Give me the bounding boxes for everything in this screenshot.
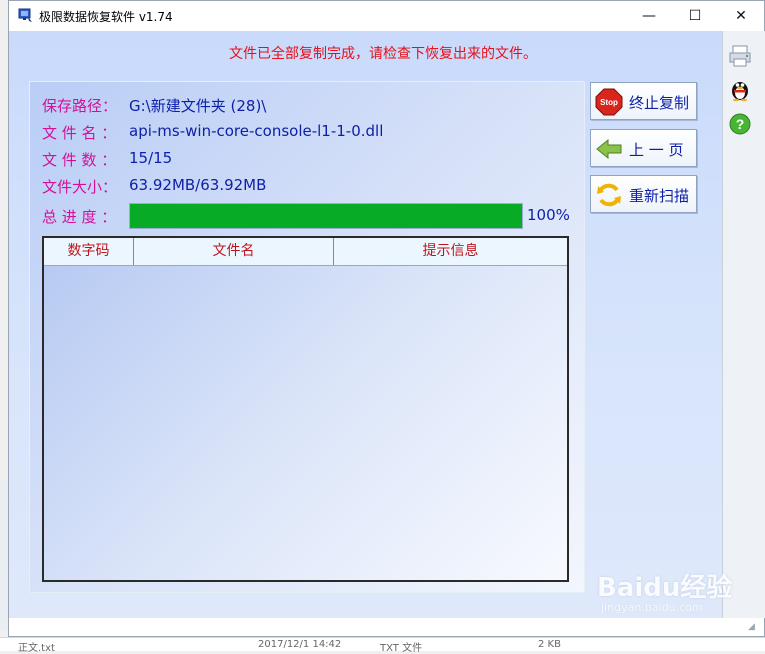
file-size-value: 63.92MB/63.92MB — [129, 176, 267, 194]
title-bar[interactable]: 极限数据恢复软件 v1.74 — ☐ ✕ — [9, 1, 764, 31]
progress-bar — [129, 203, 523, 229]
file-count-value: 15/15 — [129, 149, 173, 167]
background-file-name: 正文.txt — [18, 643, 55, 654]
close-icon: ✕ — [735, 8, 747, 24]
rescan-button[interactable]: 重新扫描 — [590, 175, 697, 213]
svg-text:Stop: Stop — [600, 98, 618, 107]
copy-progress-panel: 保存路径： G:\新建文件夹 (28)\ 文 件 名 ： api-ms-win-… — [29, 81, 585, 593]
save-path-label: 保存路径： — [42, 97, 118, 115]
watermark: Baidu经验 jingyan.baidu.com — [597, 567, 732, 614]
background-file-size: 2 KB — [538, 639, 561, 650]
refresh-icon — [597, 183, 621, 207]
window-bottom-band: ◢ — [9, 618, 764, 636]
save-path-value: G:\新建文件夹 (28)\ — [129, 97, 267, 115]
background-file-type: TXT 文件 — [380, 643, 423, 654]
stop-copy-button[interactable]: Stop 终止复制 — [590, 82, 697, 120]
printer-icon[interactable] — [727, 43, 753, 69]
progress-percent: 100% — [527, 206, 570, 224]
svg-text:?: ? — [736, 116, 745, 132]
file-name-value: api-ms-win-core-console-l1-1-0.dll — [129, 122, 384, 140]
column-header-code[interactable]: 数字码 — [44, 238, 134, 265]
maximize-icon: ☐ — [688, 8, 702, 24]
rescan-label: 重新扫描 — [629, 187, 690, 205]
progress-label: 总 进 度 ： — [42, 208, 117, 226]
stop-sign-icon: Stop — [595, 88, 623, 116]
column-header-message[interactable]: 提示信息 — [334, 238, 567, 265]
status-message: 文件已全部复制完成，请检查下恢复出来的文件。 — [229, 46, 537, 62]
qq-penguin-icon[interactable] — [727, 76, 753, 102]
previous-page-button[interactable]: 上 一 页 — [590, 129, 697, 167]
file-count-label: 文 件 数 ： — [42, 151, 117, 169]
stop-copy-label: 终止复制 — [629, 94, 690, 112]
right-toolbar-strip: ? — [722, 31, 765, 618]
background-file-date: 2017/12/1 14:42 — [258, 639, 342, 650]
recovered-files-table[interactable]: 数字码 文件名 提示信息 — [42, 236, 569, 582]
previous-page-label: 上 一 页 — [629, 141, 684, 159]
watermark-main: Baidu经验 — [597, 573, 733, 603]
help-icon[interactable]: ? — [727, 111, 753, 137]
close-button[interactable]: ✕ — [718, 1, 764, 31]
app-icon — [18, 8, 32, 22]
resize-grip-icon[interactable]: ◢ — [748, 622, 758, 632]
app-window: 极限数据恢复软件 v1.74 — ☐ ✕ 文件已全部复制完成，请检查下恢复出来的… — [8, 0, 765, 637]
maximize-button[interactable]: ☐ — [672, 1, 718, 31]
window-title: 极限数据恢复软件 v1.74 — [39, 10, 173, 24]
main-client-area: 文件已全部复制完成，请检查下恢复出来的文件。 保存路径： G:\新建文件夹 (2… — [9, 31, 722, 618]
file-name-label: 文 件 名 ： — [42, 124, 117, 142]
background-file-row: 正文.txt 2017/12/1 14:42 TXT 文件 2 KB — [0, 637, 765, 654]
file-size-label: 文件大小： — [42, 178, 118, 196]
progress-bar-fill — [130, 204, 522, 228]
left-arrow-icon — [596, 138, 622, 160]
minimize-button[interactable]: — — [626, 1, 672, 31]
table-header: 数字码 文件名 提示信息 — [44, 238, 567, 266]
column-header-filename[interactable]: 文件名 — [134, 238, 334, 265]
minimize-icon: — — [642, 8, 656, 24]
